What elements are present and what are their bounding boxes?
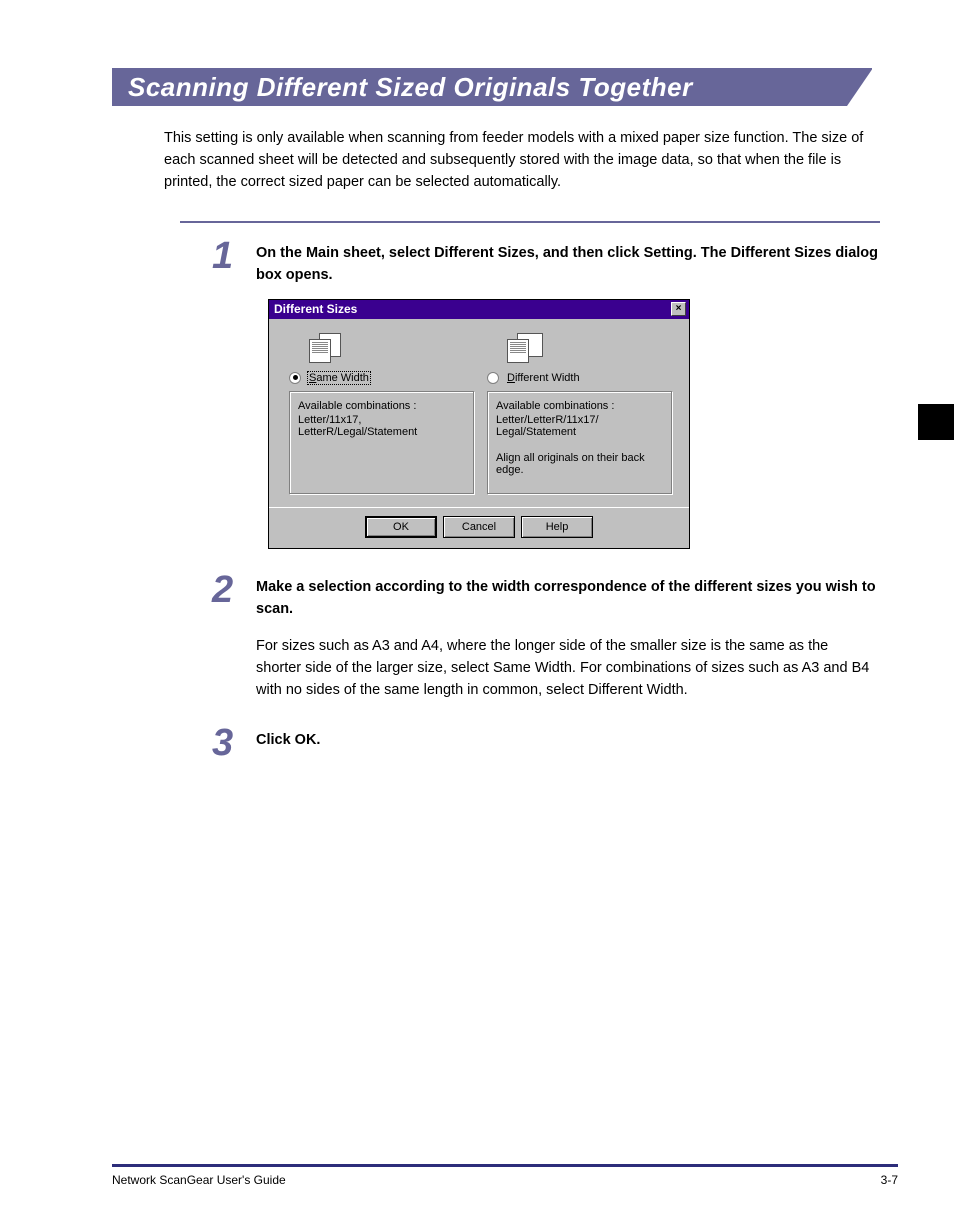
step-text: Click OK.: [256, 724, 320, 752]
step-number: 2: [212, 571, 256, 609]
step-text: On the Main sheet, select Different Size…: [256, 237, 898, 287]
step-number: 3: [212, 724, 256, 762]
same-width-icon: [309, 333, 345, 363]
cancel-button[interactable]: Cancel: [443, 516, 515, 538]
intro-paragraph: This setting is only available when scan…: [164, 128, 864, 193]
step-2: 2 Make a selection according to the widt…: [212, 571, 898, 621]
same-combo-line2: LetterR/Legal/Statement: [298, 426, 466, 438]
section-header: Scanning Different Sized Originals Toget…: [112, 68, 872, 106]
close-icon[interactable]: ×: [671, 302, 686, 316]
page-footer: Network ScanGear User's Guide 3-7: [112, 1164, 898, 1187]
section-title: Scanning Different Sized Originals Toget…: [128, 72, 693, 103]
different-width-radio[interactable]: [487, 372, 499, 384]
dialog-titlebar: Different Sizes ×: [269, 300, 689, 319]
different-width-label[interactable]: Different Width: [505, 371, 582, 385]
same-combo-label: Available combinations :: [298, 400, 466, 412]
divider: [180, 221, 880, 223]
same-width-option: Same Width Available combinations : Lett…: [283, 333, 481, 495]
align-note-line1: Align all originals on their back: [496, 452, 664, 464]
ok-button[interactable]: OK: [365, 516, 437, 538]
same-width-group: Available combinations : Letter/11x17, L…: [289, 391, 475, 495]
diff-combo-line1: Letter/LetterR/11x17/: [496, 414, 664, 426]
different-width-icon: [507, 333, 543, 363]
different-sizes-dialog: Different Sizes × Same Width: [268, 299, 690, 549]
align-note-line2: edge.: [496, 464, 664, 476]
footer-left: Network ScanGear User's Guide: [112, 1173, 286, 1187]
different-width-group: Available combinations : Letter/LetterR/…: [487, 391, 673, 495]
same-width-radio[interactable]: [289, 372, 301, 384]
diff-combo-line2: Legal/Statement: [496, 426, 664, 438]
step-text: Make a selection according to the width …: [256, 571, 898, 621]
step-1: 1 On the Main sheet, select Different Si…: [212, 237, 898, 287]
different-width-option: Different Width Available combinations :…: [481, 333, 679, 495]
step-2-paragraph: For sizes such as A3 and A4, where the l…: [256, 636, 876, 701]
step-number: 1: [212, 237, 256, 275]
footer-right: 3-7: [881, 1173, 898, 1187]
help-button[interactable]: Help: [521, 516, 593, 538]
side-tab: [918, 404, 954, 440]
same-width-label[interactable]: Same Width: [307, 371, 371, 385]
diff-combo-label: Available combinations :: [496, 400, 664, 412]
same-combo-line1: Letter/11x17,: [298, 414, 466, 426]
dialog-title: Different Sizes: [274, 302, 357, 316]
step-3: 3 Click OK.: [212, 724, 898, 762]
